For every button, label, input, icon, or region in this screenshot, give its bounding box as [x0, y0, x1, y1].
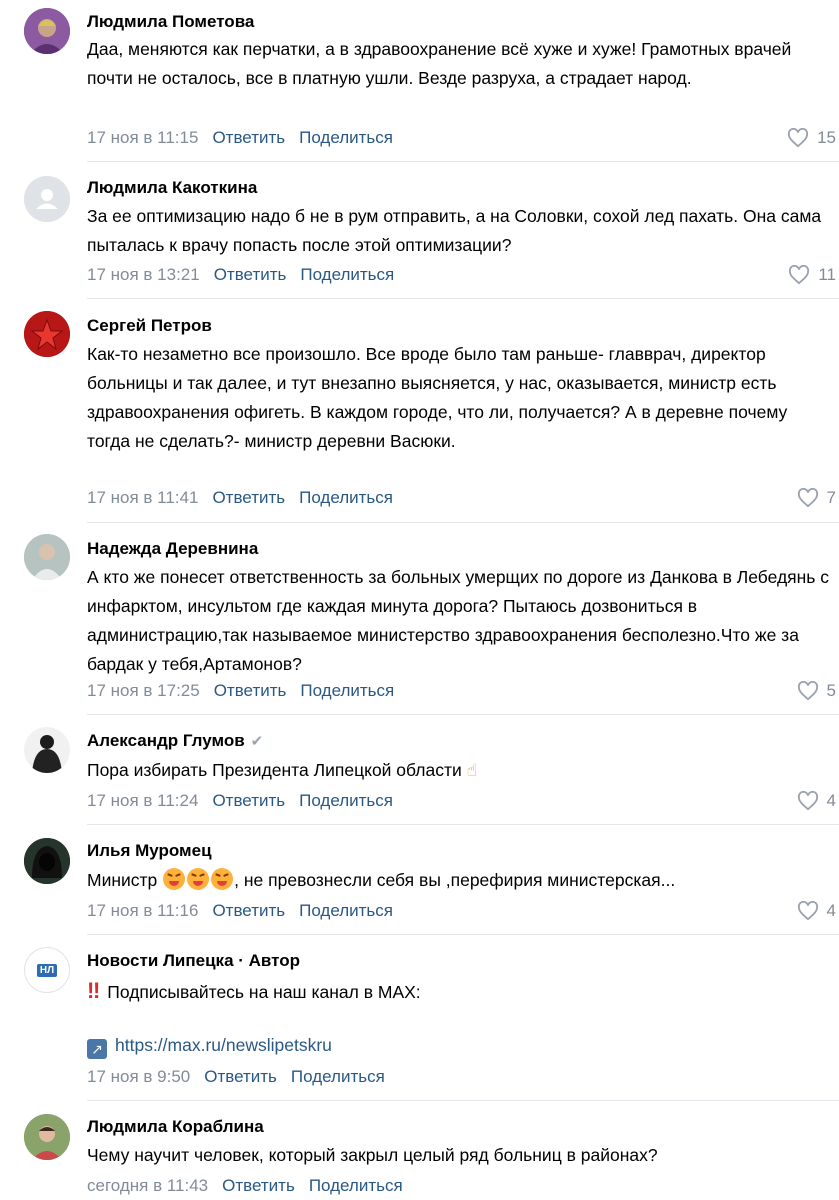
reply-button[interactable]: Ответить	[212, 488, 285, 507]
comment-date[interactable]: 17 ноя в 11:16	[87, 901, 198, 920]
comment-author-name[interactable]: Александр Глумов	[87, 731, 245, 750]
divider	[87, 714, 839, 715]
comment-meta: 17 ноя в 9:50 Ответить Поделиться	[87, 1067, 385, 1087]
heart-icon	[797, 901, 818, 921]
like-button[interactable]: 11	[788, 265, 836, 285]
like-count: 7	[826, 488, 836, 507]
comment-date[interactable]: сегодня в 11:43	[87, 1176, 208, 1195]
share-button[interactable]: Поделиться	[291, 1067, 385, 1086]
comment-text-content: Подписывайтесь на наш канал в MAX:	[107, 982, 421, 1002]
comment-text-start: Министр	[87, 870, 158, 890]
comment-author[interactable]: Сергей Петров	[87, 316, 212, 336]
like-count: 15	[817, 128, 836, 147]
share-button[interactable]: Поделиться	[309, 1176, 403, 1195]
avatar[interactable]	[24, 311, 70, 357]
avatar[interactable]	[24, 8, 70, 54]
divider	[87, 298, 839, 299]
external-link-icon: ↗	[87, 1039, 107, 1059]
comment-text: Пора избирать Президента Липецкой област…	[87, 756, 832, 785]
comment-date[interactable]: 17 ноя в 11:24	[87, 791, 198, 810]
avatar[interactable]	[24, 1114, 70, 1160]
double-exclamation-icon: ‼	[87, 978, 100, 1003]
verified-check-icon: ✔	[250, 733, 264, 750]
divider	[87, 522, 839, 523]
reply-button[interactable]: Ответить	[204, 1067, 277, 1086]
reply-button[interactable]: Ответить	[212, 128, 285, 147]
comment-link-line: ↗ https://max.ru/newslipetskru	[87, 1031, 832, 1060]
avatar[interactable]	[24, 838, 70, 884]
angry-face-emoji	[163, 868, 186, 890]
like-count: 11	[818, 265, 836, 284]
avatar[interactable]	[24, 534, 70, 580]
comment-meta: 17 ноя в 13:21 Ответить Поделиться	[87, 265, 394, 285]
like-count: 4	[826, 901, 836, 920]
like-button[interactable]: 4	[797, 791, 836, 811]
share-button[interactable]: Поделиться	[299, 791, 393, 810]
like-button[interactable]: 5	[797, 681, 836, 701]
share-button[interactable]: Поделиться	[299, 901, 393, 920]
like-count: 4	[826, 791, 836, 810]
comment-meta: 17 ноя в 11:24 Ответить Поделиться	[87, 791, 393, 811]
comment-author[interactable]: Людмила Кораблина	[87, 1117, 264, 1137]
angry-face-emoji	[211, 868, 234, 890]
comment-author[interactable]: Новости Липецка · Автор	[87, 951, 300, 971]
comment-meta: 17 ноя в 11:15 Ответить Поделиться	[87, 128, 393, 148]
comment-meta: 17 ноя в 11:16 Ответить Поделиться	[87, 901, 393, 921]
avatar-logo-text: НЛ	[36, 963, 58, 977]
comment-date[interactable]: 17 ноя в 9:50	[87, 1067, 190, 1086]
channel-link[interactable]: https://max.ru/newslipetskru	[115, 1035, 332, 1055]
reply-button[interactable]: Ответить	[212, 901, 285, 920]
reply-button[interactable]: Ответить	[214, 681, 287, 700]
heart-icon	[797, 681, 818, 701]
comment-date[interactable]: 17 ноя в 11:41	[87, 488, 198, 507]
comment-text: Даа, меняются как перчатки, а в здравоох…	[87, 39, 792, 88]
comment-author[interactable]: Надежда Деревнина	[87, 539, 258, 559]
comment-text-content: Пора избирать Президента Липецкой област…	[87, 760, 462, 780]
avatar[interactable]	[24, 727, 70, 773]
divider	[87, 1100, 839, 1101]
comment-date[interactable]: 17 ноя в 11:15	[87, 128, 198, 147]
heart-icon	[789, 265, 810, 285]
share-button[interactable]: Поделиться	[299, 128, 393, 147]
share-button[interactable]: Поделиться	[300, 265, 394, 284]
comment-meta: сегодня в 11:43 Ответить Поделиться	[87, 1176, 403, 1196]
comment-author[interactable]: Александр Глумов ✔	[87, 731, 263, 752]
avatar[interactable]	[24, 176, 70, 222]
comment-author[interactable]: Илья Муромец	[87, 841, 212, 861]
angry-face-emoji	[187, 868, 210, 890]
like-count: 5	[826, 681, 836, 700]
comment-text: Чему научит человек, который закрыл целы…	[87, 1145, 658, 1165]
share-button[interactable]: Поделиться	[299, 488, 393, 507]
comment-text: А кто же понесет ответственность за боль…	[87, 567, 830, 674]
share-button[interactable]: Поделиться	[300, 681, 394, 700]
comment-text: ‼ Подписывайтесь на наш канал в MAX:	[87, 976, 832, 1007]
comment-text: Как-то незаметно все произошло. Все врод…	[87, 344, 788, 451]
like-button[interactable]: 4	[797, 901, 836, 921]
reply-button[interactable]: Ответить	[212, 791, 285, 810]
like-button[interactable]: 7	[797, 488, 836, 508]
comment-meta: 17 ноя в 17:25 Ответить Поделиться	[87, 681, 394, 701]
comment-author[interactable]: Людмила Пометова	[87, 12, 254, 32]
divider	[87, 161, 839, 162]
heart-icon	[797, 488, 818, 508]
heart-icon	[797, 791, 818, 811]
avatar[interactable]: НЛ	[24, 947, 70, 993]
pointing-up-emoji: ☝	[466, 760, 478, 780]
divider	[87, 824, 839, 825]
reply-button[interactable]: Ответить	[222, 1176, 295, 1195]
like-button[interactable]: 15	[787, 128, 836, 148]
reply-button[interactable]: Ответить	[214, 265, 287, 284]
comment-date[interactable]: 17 ноя в 13:21	[87, 265, 200, 284]
divider	[87, 934, 839, 935]
comment-text: Министр , не превознесли себя вы ,перефи…	[87, 866, 832, 895]
comment-text: За ее оптимизацию надо б не в рум отправ…	[87, 206, 822, 255]
comment-author[interactable]: Людмила Какоткина	[87, 178, 257, 198]
comment-date[interactable]: 17 ноя в 17:25	[87, 681, 200, 700]
comment-text-end: , не превознесли себя вы ,перефирия мини…	[234, 870, 676, 890]
heart-icon	[788, 128, 809, 148]
comment-meta: 17 ноя в 11:41 Ответить Поделиться	[87, 488, 393, 508]
